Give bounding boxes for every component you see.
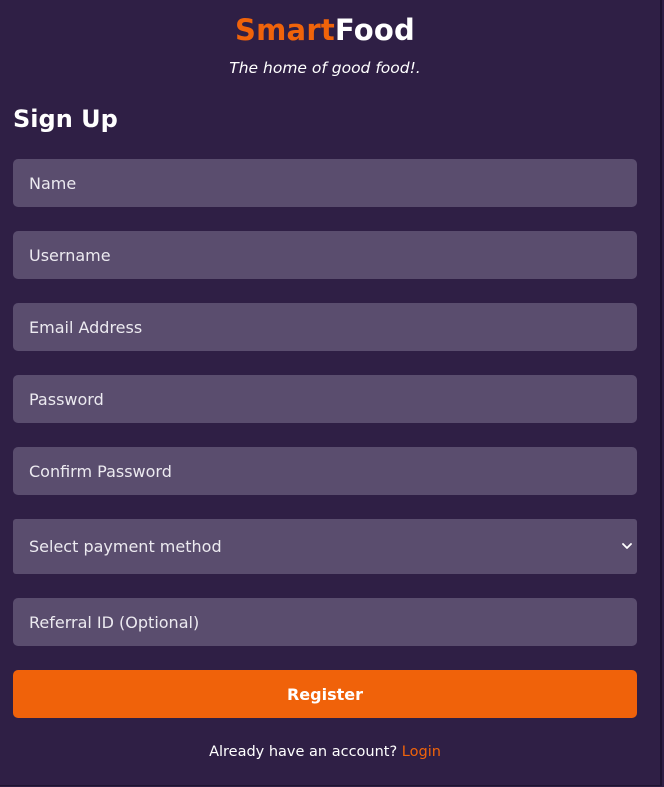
email-placeholder: Email Address (29, 317, 143, 337)
referral-id-field[interactable]: Referral ID (Optional) (13, 598, 637, 646)
payment-method-selected: Select payment method (29, 537, 222, 556)
referral-id-placeholder: Referral ID (Optional) (29, 612, 200, 632)
brand-food: Food (334, 13, 415, 47)
brand-smart: Smart (235, 13, 335, 47)
username-placeholder: Username (29, 245, 111, 265)
login-prompt-text: Already have an account? (209, 744, 398, 760)
confirm-password-field[interactable]: Confirm Password (13, 447, 637, 495)
password-placeholder: Password (29, 389, 104, 409)
confirm-password-placeholder: Confirm Password (29, 461, 172, 481)
username-field[interactable]: Username (13, 231, 637, 279)
brand-logo: SmartFood (0, 12, 650, 48)
login-link[interactable]: Login (402, 744, 441, 760)
name-placeholder: Name (29, 173, 77, 193)
name-field[interactable]: Name (13, 159, 637, 207)
chevron-down-icon (621, 541, 633, 553)
register-button[interactable]: Register (13, 670, 637, 718)
tagline: The home of good food!. (229, 59, 421, 77)
page-title: Sign Up (13, 105, 118, 133)
payment-method-select[interactable]: Select payment method (13, 519, 637, 574)
signup-page: SmartFood The home of good food!. Sign U… (0, 0, 662, 786)
login-prompt: Already have an account? Login (0, 742, 650, 762)
password-field[interactable]: Password (13, 375, 637, 423)
email-field[interactable]: Email Address (13, 303, 637, 351)
